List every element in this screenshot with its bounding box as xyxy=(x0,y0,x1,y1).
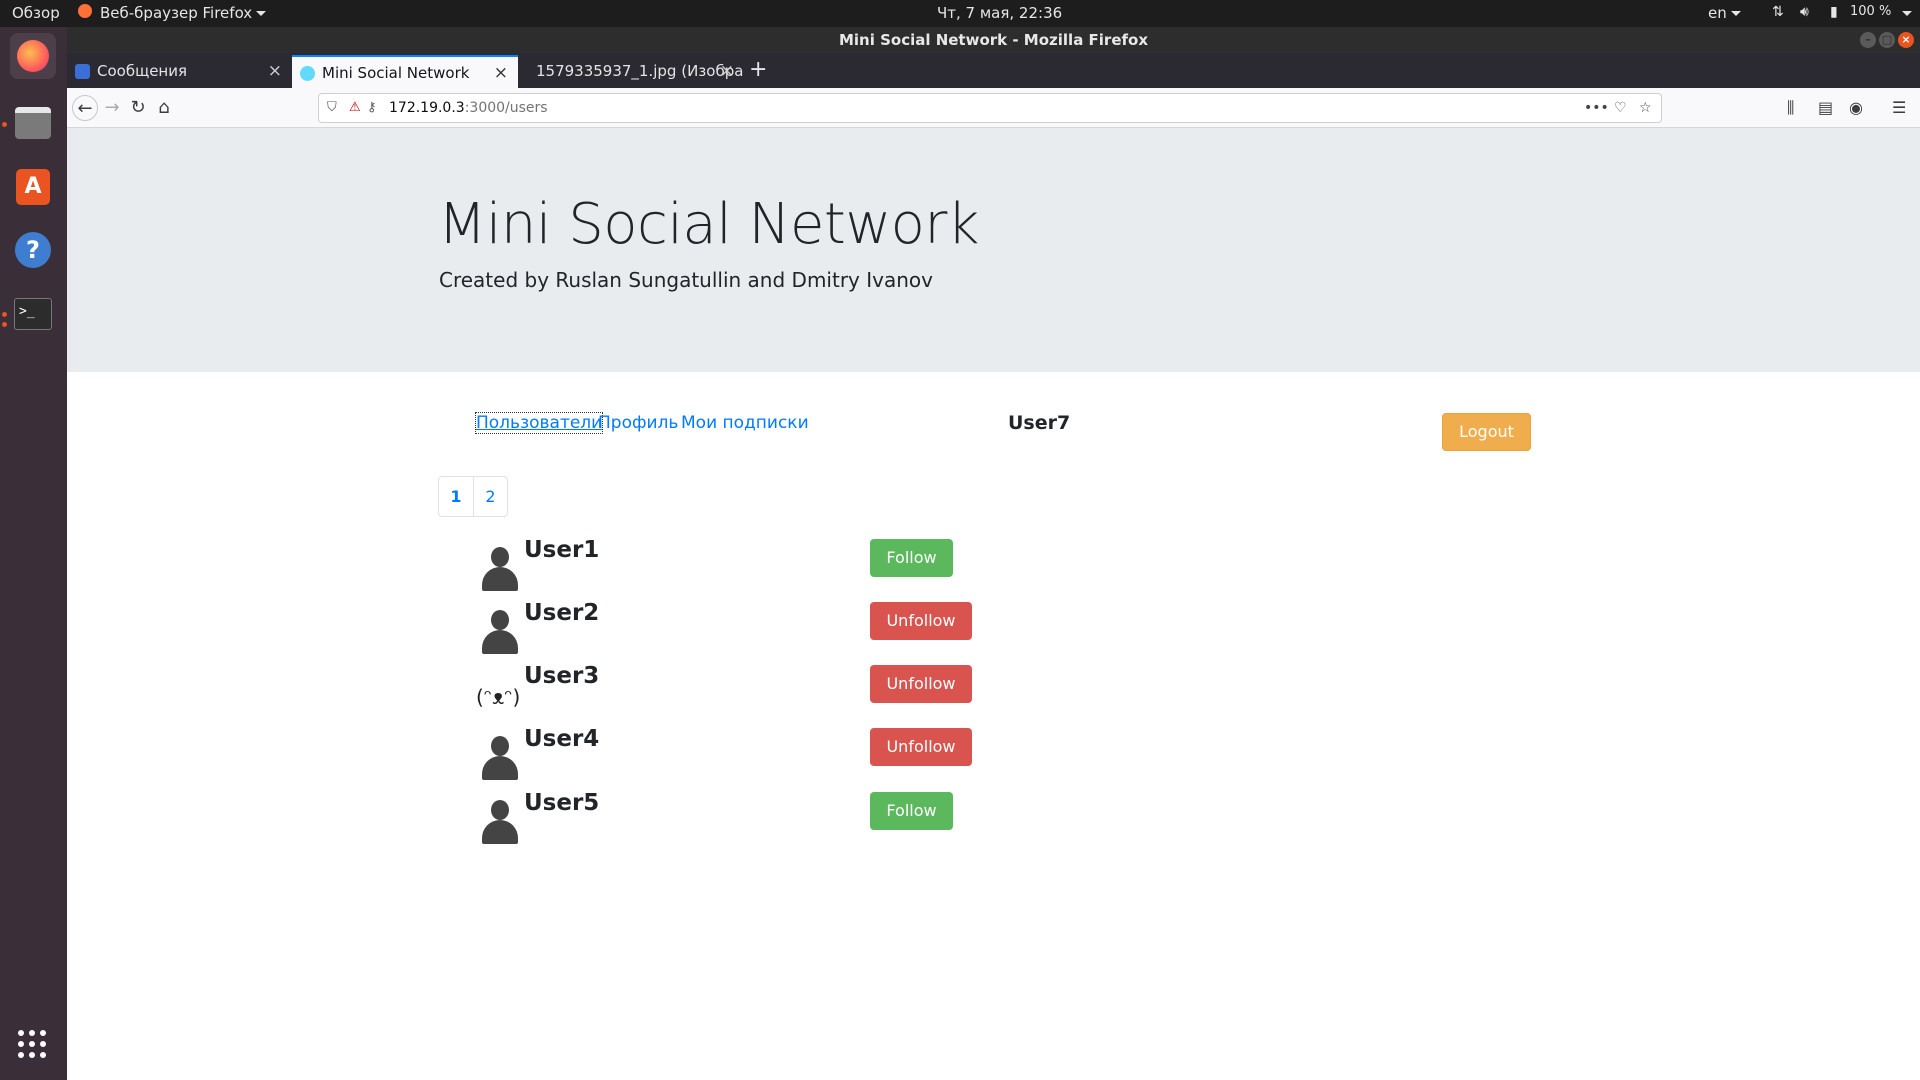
tab-mini-social-network[interactable]: Mini Social Network × xyxy=(292,55,518,88)
site-subtitle: Created by Ruslan Sungatullin and Dmitry… xyxy=(439,268,933,292)
maximize-icon[interactable]: □ xyxy=(1879,32,1895,48)
user-list-item: (ᵔᴥᵔ) User3 Unfollow xyxy=(438,663,1038,729)
logout-button[interactable]: Logout xyxy=(1442,413,1531,451)
navigation-toolbar: ← → ↻ ⌂ ⛉ ⚠ ⚷ 172.19.0.3:3000/users ••• … xyxy=(67,88,1920,128)
tab-image[interactable]: 1579335937_1.jpg (Изобра × xyxy=(518,55,744,88)
window-title: Mini Social Network - Mozilla Firefox xyxy=(838,31,1149,49)
user-avatar-icon xyxy=(482,610,518,656)
close-icon[interactable]: × xyxy=(1898,32,1914,48)
nav-link-profile[interactable]: Профиль xyxy=(598,413,678,433)
user-name: User2 xyxy=(524,600,600,626)
app-menu-label: Веб-браузер Firefox xyxy=(100,4,253,22)
help-dock-icon[interactable]: ? xyxy=(10,227,56,273)
library-icon[interactable]: ⫼ xyxy=(1787,98,1794,118)
back-arrow-icon[interactable]: ← xyxy=(72,95,98,121)
network-icon[interactable]: ⇅ xyxy=(1772,4,1784,20)
url-bar[interactable]: ⛉ ⚠ ⚷ 172.19.0.3:3000/users ••• ♡ ☆ xyxy=(318,93,1662,123)
jumbotron: Mini Social Network Created by Ruslan Su… xyxy=(67,128,1920,372)
user-name: User1 xyxy=(524,537,600,563)
language-indicator[interactable]: en xyxy=(1708,4,1741,22)
page-content: Mini Social Network Created by Ruslan Su… xyxy=(67,128,1920,1080)
tab-messages[interactable]: Сообщения × xyxy=(67,55,292,88)
follow-button[interactable]: Follow xyxy=(870,539,953,577)
firefox-dock-icon[interactable] xyxy=(10,33,56,79)
reload-icon[interactable]: ↻ xyxy=(125,95,151,121)
system-menu-chevron-icon[interactable] xyxy=(1902,11,1912,16)
running-indicator xyxy=(2,122,7,127)
window-title-bar[interactable]: Mini Social Network - Mozilla Firefox – … xyxy=(67,27,1920,53)
system-top-bar: Обзор Веб-браузер Firefox Чт, 7 мая, 22:… xyxy=(0,0,1920,27)
insecure-connection-icon[interactable]: ⚠ xyxy=(349,94,361,122)
shield-icon[interactable]: ⛉ xyxy=(327,94,337,122)
close-tab-icon[interactable]: × xyxy=(494,57,508,90)
tab-bar: Сообщения × Mini Social Network × 157933… xyxy=(67,53,1920,88)
current-user-name: User7 xyxy=(1008,412,1071,434)
page-link-1[interactable]: 1 xyxy=(439,477,473,516)
chat-icon xyxy=(75,64,90,79)
page-link-2[interactable]: 2 xyxy=(473,477,507,516)
battery-icon[interactable]: ▮ xyxy=(1830,4,1838,20)
user-name: User3 xyxy=(524,663,600,689)
menu-hamburger-icon[interactable]: ☰ xyxy=(1892,98,1906,117)
unfollow-button[interactable]: Unfollow xyxy=(870,602,972,640)
home-icon[interactable]: ⌂ xyxy=(151,95,177,121)
site-title: Mini Social Network xyxy=(438,192,979,257)
nav-link-users[interactable]: Пользователи xyxy=(474,412,604,434)
running-indicator xyxy=(2,322,7,327)
url-host: 172.19.0.3 xyxy=(389,100,465,116)
user-list-item: User4 Unfollow xyxy=(438,726,1038,792)
unfollow-button[interactable]: Unfollow xyxy=(870,665,972,703)
user-name: User5 xyxy=(524,790,600,816)
volume-icon[interactable]: 🔊︎ xyxy=(1800,4,1809,20)
chevron-down-icon xyxy=(1730,11,1741,16)
react-icon xyxy=(300,66,315,81)
files-dock-icon[interactable] xyxy=(10,99,56,145)
close-tab-icon[interactable]: × xyxy=(268,55,282,88)
tab-label: Mini Social Network xyxy=(322,64,470,82)
software-center-dock-icon[interactable]: A xyxy=(10,163,56,209)
forward-arrow-icon[interactable]: → xyxy=(99,95,125,121)
url-text[interactable]: 172.19.0.3:3000/users xyxy=(389,94,548,122)
url-path: :3000/users xyxy=(464,100,548,116)
user-avatar-icon xyxy=(482,736,518,782)
dock: A ? >_ xyxy=(0,27,67,1080)
language-label: en xyxy=(1708,4,1727,22)
activities-button[interactable]: Обзор xyxy=(12,4,60,22)
chevron-down-icon xyxy=(256,11,267,16)
bookmark-star-icon[interactable]: ☆ xyxy=(1639,94,1652,122)
terminal-dock-icon[interactable]: >_ xyxy=(10,291,56,337)
user-avatar-icon xyxy=(482,800,518,846)
app-menu[interactable]: Веб-браузер Firefox xyxy=(100,4,267,22)
unfollow-button[interactable]: Unfollow xyxy=(870,728,972,766)
battery-percent: 100 % xyxy=(1850,4,1892,19)
tab-label: 1579335937_1.jpg (Изобра xyxy=(536,62,744,80)
clock[interactable]: Чт, 7 мая, 22:36 xyxy=(937,4,1062,22)
pocket-icon[interactable]: ♡ xyxy=(1614,94,1627,122)
show-apps-grid-icon[interactable] xyxy=(18,1030,48,1060)
tab-label: Сообщения xyxy=(97,62,188,80)
user-avatar-face: (ᵔᴥᵔ) xyxy=(476,685,521,709)
minimize-icon[interactable]: – xyxy=(1860,32,1876,48)
pagination: 1 2 xyxy=(438,476,508,517)
sidebar-icon[interactable]: ▤ xyxy=(1818,98,1833,117)
key-icon[interactable]: ⚷ xyxy=(367,94,377,122)
new-tab-plus-icon[interactable]: + xyxy=(749,57,767,82)
account-icon[interactable]: ◉ xyxy=(1849,98,1863,117)
page-actions-icon[interactable]: ••• xyxy=(1584,94,1609,122)
user-name: User4 xyxy=(524,726,600,752)
user-avatar-icon xyxy=(482,547,518,593)
close-tab-icon[interactable]: × xyxy=(720,55,734,88)
running-indicator xyxy=(2,312,7,317)
user-list-item: User1 Follow xyxy=(438,537,1038,603)
nav-link-subscriptions[interactable]: Мои подписки xyxy=(681,413,809,433)
firefox-logo-icon xyxy=(78,4,92,22)
user-list-item: User5 Follow xyxy=(438,790,1038,856)
user-list-item: User2 Unfollow xyxy=(438,600,1038,666)
follow-button[interactable]: Follow xyxy=(870,792,953,830)
